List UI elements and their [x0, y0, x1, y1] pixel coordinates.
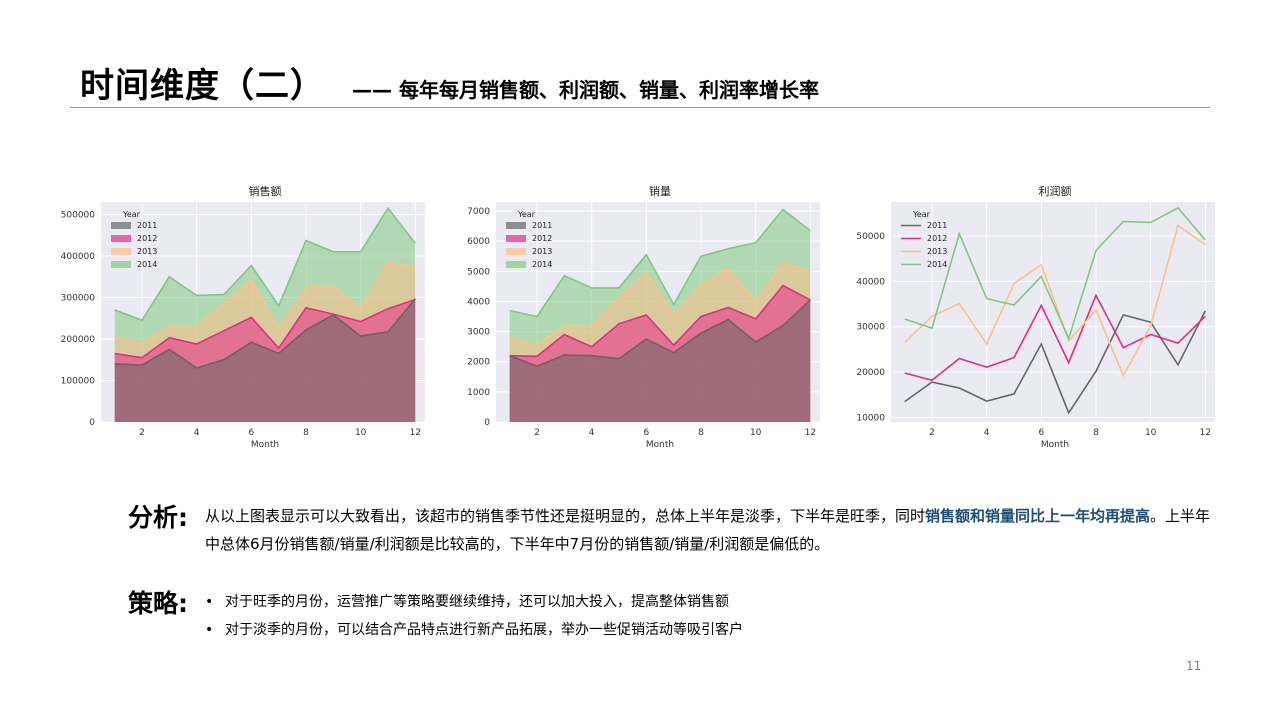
quantity-chart: 0 1000 2000 3000 4000 5000 6000 7000 2 4 6 8 10 12 销量 M…	[450, 180, 820, 450]
x-tick-label: 2	[139, 428, 145, 438]
y-tick-label: 100000	[61, 376, 96, 386]
page-title: 时间维度（二）	[80, 66, 325, 106]
bullet-dot: •	[205, 622, 214, 638]
y-tick-label: 1000	[467, 388, 490, 398]
legend-title: Year	[517, 210, 536, 219]
legend-swatch	[506, 222, 526, 229]
legend-swatch	[506, 261, 526, 268]
legend-swatch	[111, 261, 131, 268]
y-tick-label: 500000	[61, 210, 96, 220]
chart-svg: 10000 20000 30000 40000 50000 2 4 6 8 10 12 利润额 Mont…	[856, 184, 1215, 450]
strategy-list: • 对于旺季的月份，运营推广等策略要继续维持，还可以加大投入，提高整体销售额 • 对…	[205, 588, 743, 644]
profit-chart: 10000 20000 30000 40000 50000 2 4 6 8 10 12 利润额 Mont…	[845, 180, 1215, 450]
analysis-text-part1: 从以上图表显示可以大致看出，该超市的销售季节性还是挺明显的，总体上半年是淡季，下…	[205, 507, 926, 525]
chart-svg: 0 1000 2000 3000 4000 5000 6000 7000 2 4 6 8 10 12 销量 M…	[467, 184, 820, 450]
x-tick-label: 12	[805, 428, 816, 438]
x-tick-label: 6	[248, 428, 254, 438]
strategy-item: • 对于旺季的月份，运营推广等策略要继续维持，还可以加大投入，提高整体销售额	[205, 588, 743, 616]
y-tick-label: 20000	[856, 368, 885, 378]
legend-label: 2013	[137, 247, 157, 256]
x-axis-label: Month	[1041, 440, 1069, 450]
legend-label: 2011	[137, 221, 157, 230]
legend-label: 2014	[927, 260, 947, 269]
analysis-highlight: 销售额和销量同比上一年均再提高	[925, 507, 1151, 525]
legend-label: 2013	[927, 247, 947, 256]
x-tick-label: 8	[303, 428, 309, 438]
bullet-dot: •	[205, 594, 214, 610]
x-tick-label: 8	[1093, 428, 1099, 438]
legend-label: 2011	[532, 221, 552, 230]
x-tick-label: 2	[534, 428, 540, 438]
x-tick-label: 10	[750, 428, 762, 438]
y-tick-label: 40000	[856, 277, 885, 287]
x-tick-label: 10	[355, 428, 367, 438]
legend-swatch	[111, 235, 131, 242]
legend-title: Year	[912, 210, 931, 219]
x-axis-label: Month	[251, 440, 279, 450]
x-tick-label: 12	[410, 428, 421, 438]
y-tick-label: 3000	[467, 328, 490, 338]
y-tick-label: 200000	[61, 335, 96, 345]
y-tick-label: 50000	[856, 232, 885, 242]
x-tick-label: 4	[984, 428, 990, 438]
legend-label: 2014	[532, 260, 552, 269]
y-tick-label: 0	[89, 418, 95, 428]
legend-label: 2012	[532, 234, 552, 243]
x-tick-label: 4	[194, 428, 200, 438]
strategy-item-text: 对于淡季的月份，可以结合产品特点进行新产品拓展，举办一些促销活动等吸引客户	[225, 622, 743, 638]
page-number: 11	[1186, 659, 1202, 673]
y-tick-label: 7000	[467, 207, 490, 217]
strategy-label: 策略:	[128, 589, 188, 618]
chart-title: 销售额	[249, 184, 282, 198]
y-tick-label: 300000	[61, 293, 96, 303]
y-tick-label: 30000	[856, 323, 885, 333]
legend-swatch	[506, 235, 526, 242]
y-tick-label: 400000	[61, 252, 96, 262]
chart-svg: 0 100000 200000 300000 400000 500000 2 4 6 8 10 12 销…	[61, 184, 425, 450]
legend-label: 2011	[927, 221, 947, 230]
x-tick-label: 12	[1200, 428, 1211, 438]
x-tick-label: 6	[1038, 428, 1044, 438]
legend-label: 2013	[532, 247, 552, 256]
legend-label: 2012	[927, 234, 947, 243]
legend-swatch	[111, 248, 131, 255]
title-divider	[70, 107, 1210, 108]
x-tick-label: 2	[929, 428, 935, 438]
analysis-text: 从以上图表显示可以大致看出，该超市的销售季节性还是挺明显的，总体上半年是淡季，下…	[205, 502, 1215, 558]
x-axis-label: Month	[646, 440, 674, 450]
y-tick-label: 10000	[856, 413, 885, 423]
analysis-label: 分析:	[128, 503, 188, 532]
y-tick-label: 6000	[467, 237, 490, 247]
x-tick-label: 6	[643, 428, 649, 438]
legend-title: Year	[122, 210, 141, 219]
legend-swatch	[111, 222, 131, 229]
sales-chart: 0 100000 200000 300000 400000 500000 2 4 6 8 10 12 销…	[55, 180, 425, 450]
x-tick-label: 10	[1145, 428, 1157, 438]
page-subtitle: —— 每年每月销售额、利润额、销量、利润率增长率	[352, 78, 819, 102]
y-tick-label: 5000	[467, 267, 490, 277]
legend-label: 2012	[137, 234, 157, 243]
strategy-item-text: 对于旺季的月份，运营推广等策略要继续维持，还可以加大投入，提高整体销售额	[225, 594, 729, 610]
legend-swatch	[506, 248, 526, 255]
chart-title: 销量	[649, 184, 671, 198]
x-tick-label: 8	[698, 428, 704, 438]
legend-label: 2014	[137, 260, 157, 269]
x-tick-label: 4	[589, 428, 595, 438]
y-tick-label: 0	[484, 418, 490, 428]
y-tick-label: 4000	[467, 297, 490, 307]
y-tick-label: 2000	[467, 358, 490, 368]
strategy-item: • 对于淡季的月份，可以结合产品特点进行新产品拓展，举办一些促销活动等吸引客户	[205, 616, 743, 644]
chart-title: 利润额	[1039, 184, 1072, 198]
